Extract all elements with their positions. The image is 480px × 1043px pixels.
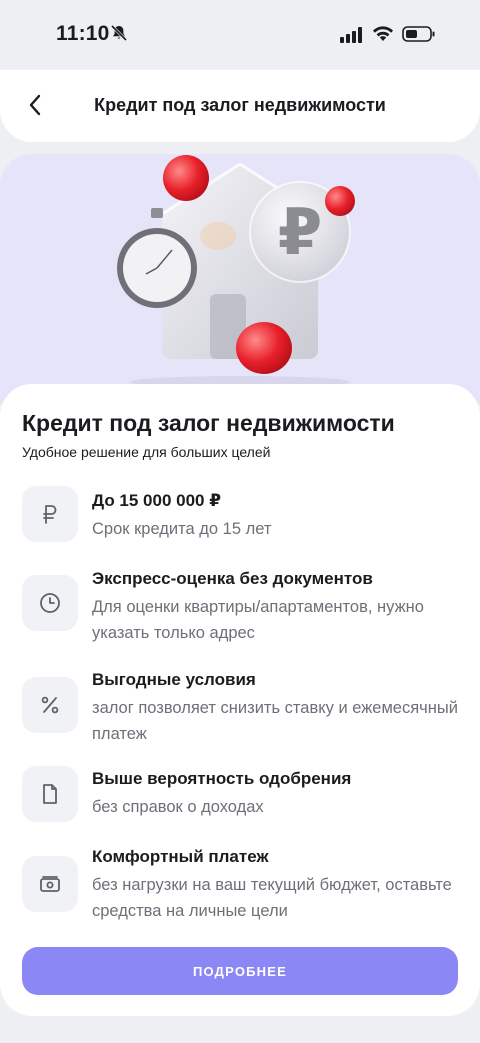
- feature-title: Выше вероятность одобрения: [92, 769, 352, 788]
- feature-description: залог позволяет снизить ставку и ежемеся…: [92, 699, 458, 743]
- feature-title: До 15 000 000 ₽: [92, 491, 222, 510]
- hero-banner: ₽: [0, 154, 480, 404]
- feature-text: Комфортный платеж без нагрузки на ваш те…: [92, 846, 462, 924]
- bell-slash-icon: [110, 24, 128, 42]
- card-title: Кредит под залог недвижимости: [22, 410, 395, 436]
- feature-text: Выгодные условия залог позволяет снизить…: [92, 669, 462, 747]
- svg-text:₽: ₽: [278, 196, 323, 270]
- feature-description: Срок кредита до 15 лет: [92, 520, 272, 538]
- status-time: 11:10: [56, 22, 110, 45]
- feature-description: без нагрузки на ваш текущий бюджет, оста…: [92, 876, 452, 920]
- feature-text: До 15 000 000 ₽ Срок кредита до 15 лет: [92, 490, 462, 542]
- feature-title: Экспресс-оценка без документов: [92, 569, 373, 588]
- feature-title: Выгодные условия: [92, 670, 256, 689]
- feature-icon-container: [22, 677, 78, 733]
- feature-description: без справок о доходах: [92, 798, 264, 816]
- ruble-icon: [43, 505, 57, 524]
- battery-icon: [402, 26, 435, 42]
- cellular-signal-icon: [340, 27, 362, 43]
- status-bar: 11:10: [0, 0, 480, 70]
- app-header: Кредит под залог недвижимости: [0, 70, 480, 142]
- info-card: Кредит под залог недвижимости Удобное ре…: [0, 384, 480, 1016]
- feature-text: Выше вероятность одобрения без справок о…: [92, 768, 462, 820]
- cash-icon: [40, 876, 60, 892]
- more-details-button[interactable]: ПОДРОБНЕЕ: [22, 947, 458, 995]
- feature-text: Экспресс-оценка без документов Для оценк…: [92, 568, 462, 646]
- card-subtitle: Удобное решение для больших целей: [22, 444, 271, 460]
- house-stopwatch-ruble-illustration: ₽: [117, 155, 355, 388]
- feature-icon-container: [22, 856, 78, 912]
- feature-icon-container: [22, 575, 78, 631]
- feature-icon-container: [22, 486, 78, 542]
- page-title: Кредит под залог недвижимости: [94, 95, 386, 115]
- feature-icon-container: [22, 766, 78, 822]
- wifi-icon: [373, 26, 393, 41]
- document-icon: [43, 784, 57, 804]
- percent-icon: [41, 696, 59, 714]
- clock-icon: [40, 593, 60, 613]
- feature-title: Комфортный платеж: [92, 847, 269, 866]
- feature-description: Для оценки квартиры/апартаментов, нужно …: [92, 598, 424, 642]
